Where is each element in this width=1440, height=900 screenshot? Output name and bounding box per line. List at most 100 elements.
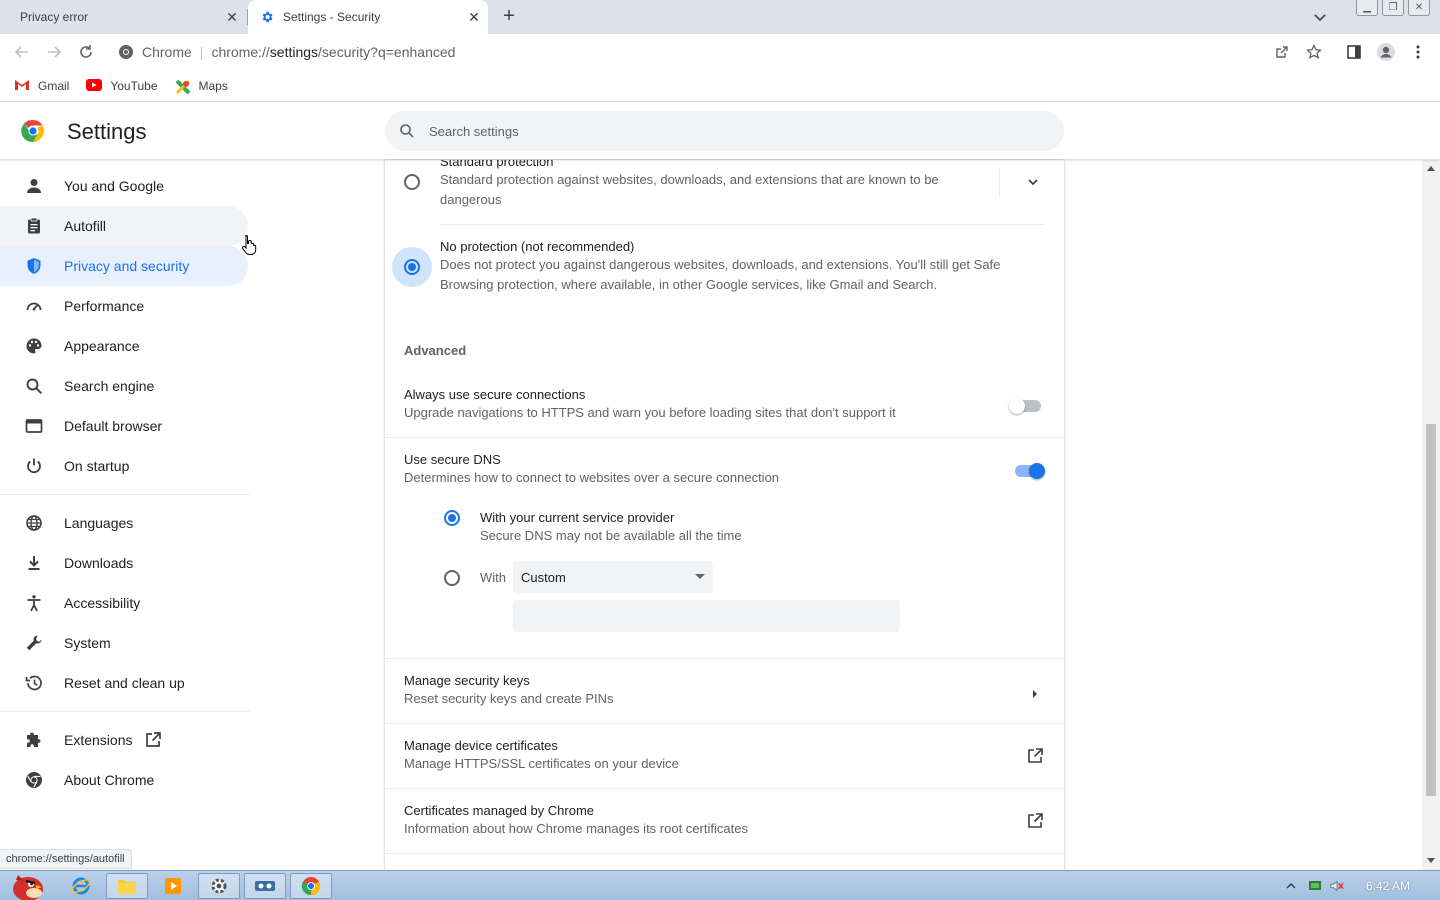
settings-search-box[interactable]	[385, 111, 1064, 151]
shield-icon	[24, 256, 44, 276]
sidebar-item-appearance[interactable]: Appearance	[0, 326, 248, 366]
sidebar-item-search-engine[interactable]: Search engine	[0, 366, 248, 406]
divider	[385, 723, 1064, 724]
volume-muted-icon[interactable]	[1330, 879, 1344, 893]
person-icon	[24, 176, 44, 196]
advanced-heading: Advanced	[404, 343, 467, 358]
side-panel-icon[interactable]	[1344, 42, 1364, 62]
standard-protection-radio[interactable]	[404, 174, 420, 190]
manage-security-keys-row[interactable]: Manage security keys Reset security keys…	[404, 673, 964, 709]
dns-with-label: With	[480, 570, 506, 585]
page-scrollbar[interactable]	[1422, 160, 1440, 870]
profile-avatar-icon[interactable]	[1376, 42, 1396, 62]
secure-connections-description: Upgrade navigations to HTTPS and warn yo…	[404, 405, 896, 420]
new-tab-button[interactable]: +	[498, 6, 520, 28]
accessibility-icon	[24, 593, 44, 613]
bookmark-maps[interactable]: Maps	[175, 79, 228, 94]
standard-protection-option[interactable]: Standard protection Standard protection …	[440, 160, 1000, 210]
chrome-certificates-row[interactable]: Certificates managed by Chrome Informati…	[404, 803, 964, 839]
sidebar-item-system[interactable]: System	[0, 623, 248, 663]
scroll-up-icon[interactable]	[1427, 166, 1435, 171]
scrollbar-thumb[interactable]	[1426, 424, 1436, 796]
url-text: chrome://settings/security?q=enhanced	[211, 44, 456, 60]
sidebar-item-on-startup[interactable]: On startup	[0, 446, 248, 486]
secure-dns-row[interactable]: Use secure DNS Determines how to connect…	[404, 452, 964, 488]
secure-connections-row[interactable]: Always use secure connections Upgrade na…	[404, 387, 964, 423]
tab-privacy-error[interactable]: Privacy error ✕	[0, 0, 246, 34]
share-icon[interactable]	[1272, 42, 1292, 62]
tray-expand-icon[interactable]	[1284, 879, 1298, 893]
tab-settings-security[interactable]: Settings - Security ✕	[248, 0, 488, 34]
sidebar-divider	[0, 494, 250, 495]
search-input[interactable]	[429, 123, 1029, 139]
bookmark-youtube[interactable]: YouTube	[86, 78, 158, 93]
start-button-angry-bird-icon[interactable]	[2, 873, 50, 900]
sidebar-item-you-and-google[interactable]: You and Google	[0, 166, 248, 206]
sidebar-item-autofill[interactable]: Autofill	[0, 206, 248, 246]
gear-icon	[260, 10, 274, 24]
media-player-icon[interactable]	[152, 873, 194, 899]
sidebar-item-about-chrome[interactable]: About Chrome	[0, 760, 248, 800]
sidebar-item-label: Appearance	[64, 338, 140, 354]
close-window-icon[interactable]: ✕	[1408, 0, 1430, 16]
manage-security-keys-title: Manage security keys	[404, 673, 530, 688]
chrome-taskbar-icon[interactable]	[290, 873, 332, 899]
dns-custom-provider-input[interactable]	[513, 600, 900, 632]
minimize-icon[interactable]: ▁	[1356, 0, 1378, 16]
divider	[385, 437, 1064, 438]
dns-custom-radio[interactable]	[444, 570, 460, 586]
secure-dns-toggle[interactable]	[1013, 461, 1049, 481]
no-protection-radio[interactable]	[404, 259, 420, 275]
taskbar-clock[interactable]: 6:42 AM	[1366, 879, 1410, 893]
reload-icon[interactable]	[76, 42, 96, 62]
tab-search-chevron-icon[interactable]	[1311, 8, 1329, 26]
close-tab-icon[interactable]: ✕	[460, 9, 488, 26]
dns-provider-select[interactable]: Custom	[513, 561, 713, 593]
restore-icon[interactable]: ❐	[1382, 0, 1404, 16]
dns-current-provider-radio[interactable]	[444, 510, 460, 526]
chevron-down-icon[interactable]	[1025, 174, 1041, 195]
dns-current-provider-option[interactable]: With your current service provider Secur…	[480, 510, 980, 546]
sidebar-item-performance[interactable]: Performance	[0, 286, 248, 326]
internet-explorer-icon[interactable]	[60, 873, 102, 899]
sidebar-item-languages[interactable]: Languages	[0, 503, 248, 543]
no-protection-description: Does not protect you against dangerous w…	[440, 257, 1001, 292]
arrow-right-icon[interactable]	[1031, 686, 1039, 704]
more-menu-icon[interactable]	[1408, 42, 1428, 62]
maps-icon	[175, 79, 191, 94]
secure-dns-title: Use secure DNS	[404, 452, 501, 467]
sidebar-divider	[0, 711, 250, 712]
sidebar-item-privacy-and-security[interactable]: Privacy and security	[0, 246, 248, 286]
address-bar[interactable]: Chrome | chrome://settings/security?q=en…	[110, 38, 1306, 66]
secure-connections-toggle[interactable]	[1009, 396, 1045, 416]
sidebar-item-downloads[interactable]: Downloads	[0, 543, 248, 583]
back-arrow-icon[interactable]	[12, 42, 32, 62]
close-tab-icon[interactable]: ✕	[218, 9, 246, 26]
window-controls: ▁ ❐ ✕	[1356, 0, 1430, 16]
bookmark-gmail[interactable]: Gmail	[14, 79, 69, 93]
divider: |	[199, 44, 204, 60]
tab-strip: Privacy error ✕ Settings - Security ✕ + …	[0, 0, 1440, 34]
sidebar-item-default-browser[interactable]: Default browser	[0, 406, 248, 446]
forward-arrow-icon[interactable]	[44, 42, 64, 62]
windows-taskbar: 6:42 AM	[0, 870, 1440, 900]
security-settings-card: Standard protection Standard protection …	[385, 160, 1064, 870]
scroll-down-icon[interactable]	[1427, 858, 1435, 863]
sidebar-item-accessibility[interactable]: Accessibility	[0, 583, 248, 623]
manage-device-certificates-row[interactable]: Manage device certificates Manage HTTPS/…	[404, 738, 964, 774]
download-icon	[24, 553, 44, 573]
network-tray-icon[interactable]	[1308, 879, 1322, 893]
sidebar-item-extensions[interactable]: Extensions	[0, 720, 248, 760]
settings-app-icon[interactable]	[198, 873, 240, 899]
external-link-icon[interactable]	[1026, 747, 1044, 770]
chrome-certificates-description: Information about how Chrome manages its…	[404, 821, 748, 836]
network-app-icon[interactable]	[244, 873, 286, 899]
power-icon	[24, 456, 44, 476]
tab-title: Privacy error	[20, 10, 89, 24]
external-link-icon[interactable]	[1026, 812, 1044, 835]
no-protection-option[interactable]: No protection (not recommended) Does not…	[440, 239, 1030, 295]
file-explorer-icon[interactable]	[106, 873, 148, 899]
sidebar-item-reset-and-clean-up[interactable]: Reset and clean up	[0, 663, 248, 703]
history-icon	[24, 673, 44, 693]
bookmark-star-icon[interactable]	[1304, 42, 1324, 62]
